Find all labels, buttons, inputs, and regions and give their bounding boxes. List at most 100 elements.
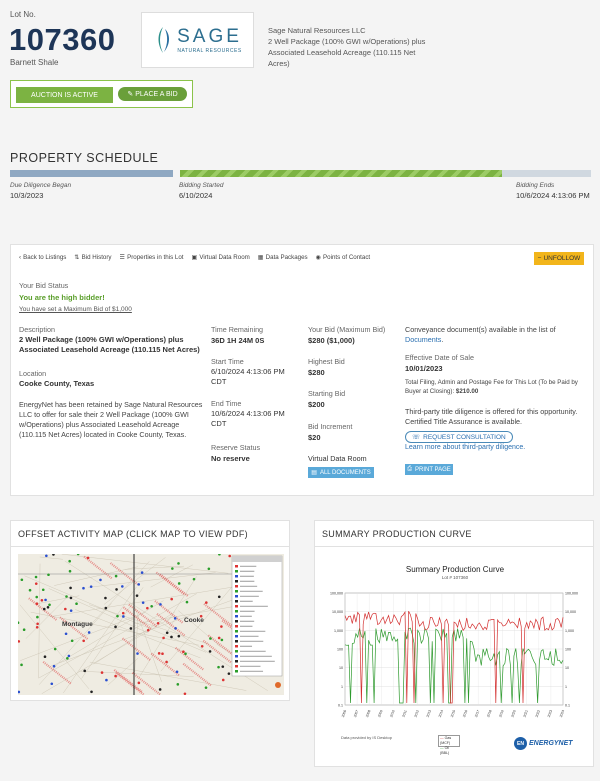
- vdr-link[interactable]: ▣ Virtual Data Room: [191, 254, 249, 261]
- bid-history-label: Bid History: [81, 254, 112, 261]
- highest-bid-value: $280: [308, 368, 325, 377]
- reserve-status-label: Reserve Status: [211, 443, 261, 452]
- your-bid-label: Your Bid (Maximum Bid): [308, 325, 386, 334]
- remaining-segment: [502, 170, 591, 177]
- curve-footer: Data provided by IS Desktop: [341, 735, 392, 740]
- svg-text:1,000: 1,000: [334, 629, 343, 633]
- logo-subtitle: NATURAL RESOURCES: [177, 48, 242, 54]
- svg-text:10,000: 10,000: [565, 610, 576, 614]
- bid-increment-value: $20: [308, 433, 321, 442]
- svg-text:2019: 2019: [498, 709, 504, 718]
- contacts-label: Points of Contact: [323, 254, 371, 261]
- effective-date-value: 10/01/2023: [405, 364, 443, 373]
- offset-map-image[interactable]: Montague Cooke: [18, 554, 284, 695]
- svg-text:2023: 2023: [547, 709, 553, 718]
- svg-text:2024: 2024: [559, 709, 565, 718]
- svg-text:2006: 2006: [341, 709, 347, 718]
- map-town-1: Montague: [62, 621, 93, 628]
- svg-text:2011: 2011: [401, 709, 407, 717]
- bidding-ends-label: Bidding Ends: [516, 182, 555, 189]
- svg-text:100,000: 100,000: [330, 592, 343, 596]
- starting-bid-label: Starting Bid: [308, 389, 346, 398]
- contacts-link[interactable]: ◉ Points of Contact: [316, 254, 371, 261]
- effective-date-label: Effective Date of Sale: [405, 353, 474, 362]
- time-remaining-value: 36D 1H 24M 0S: [211, 336, 265, 345]
- schedule-timeline: [10, 170, 591, 177]
- svg-text:2010: 2010: [389, 709, 395, 718]
- vdr-section-label: Virtual Data Room: [308, 454, 367, 463]
- learn-more-link[interactable]: Learn more about third-party diligence.: [405, 444, 525, 451]
- svg-text:2017: 2017: [474, 709, 480, 718]
- auction-box: AUCTION IS ACTIVE ✎ PLACE A BID: [10, 80, 193, 108]
- production-curve-chart: 100,000 100,000 10,000 10,000 1,000 1,000 100 1…: [330, 592, 578, 718]
- place-bid-label: PLACE A BID: [135, 90, 178, 98]
- seller-name: Sage Natural Resources LLC: [268, 26, 366, 35]
- unfollow-button[interactable]: − UNFOLLOW: [534, 252, 584, 265]
- fee-value: $210.00: [455, 388, 479, 395]
- svg-text:2021: 2021: [523, 709, 529, 718]
- conveyance-text: Conveyance document(s) available in the …: [405, 325, 556, 334]
- start-time-value: 6/10/2024 4:13:06 PM CDT: [211, 367, 285, 386]
- svg-text:1: 1: [565, 685, 567, 689]
- description-value: 2 Well Package (100% GWI w/Operations) p…: [19, 335, 200, 354]
- request-consultation-button[interactable]: ☏ REQUEST CONSULTATION: [405, 431, 513, 443]
- time-remaining-label: Time Remaining: [211, 325, 264, 334]
- svg-text:2009: 2009: [377, 709, 383, 718]
- auction-status-badge: AUCTION IS ACTIVE: [16, 87, 113, 103]
- print-icon: ⎙: [407, 466, 412, 472]
- seller-info: Sage Natural Resources LLC 2 Well Packag…: [268, 25, 428, 69]
- data-packages-label: Data Packages: [265, 254, 308, 261]
- start-time-label: Start Time: [211, 357, 244, 366]
- print-page-button[interactable]: ⎙ PRINT PAGE: [405, 464, 453, 475]
- svg-text:10: 10: [339, 666, 343, 670]
- svg-text:2014: 2014: [438, 709, 444, 718]
- place-bid-button[interactable]: ✎ PLACE A BID: [118, 87, 187, 101]
- svg-text:100: 100: [565, 648, 571, 652]
- svg-text:2020: 2020: [510, 709, 516, 718]
- production-curve-panel: SUMMARY PRODUCTION CURVE Summary Product…: [314, 520, 594, 767]
- conveyance-note: Conveyance document(s) available in the …: [405, 325, 556, 344]
- high-bidder-message: You are the high bidder!: [19, 293, 105, 302]
- minus-icon: −: [537, 255, 542, 262]
- bid-history-link[interactable]: ⇅ Bid History: [74, 254, 111, 261]
- energynet-brand: EN ENERGYNET: [514, 737, 573, 750]
- lot-detail-card: ‹ Back to Listings ⇅ Bid History ☰ Properti…: [10, 244, 594, 496]
- request-consultation-label: REQUEST CONSULTATION: [423, 433, 506, 441]
- lot-area: Barnett Shale: [10, 58, 59, 67]
- curve-legend: — Gas (MCF) — Oil (BBL): [438, 735, 460, 755]
- all-documents-label: ALL DOCUMENTS: [319, 469, 371, 476]
- vdr-label: Virtual Data Room: [199, 254, 250, 261]
- end-time-label: End Time: [211, 399, 242, 408]
- title-diligence-note: Third-party title diligence is offered f…: [405, 407, 578, 426]
- svg-text:2012: 2012: [414, 709, 420, 718]
- fee-text: Total Filing, Admin and Postage Fee for …: [405, 379, 578, 395]
- properties-link[interactable]: ☰ Properties in this Lot: [120, 254, 184, 261]
- due-diligence-segment: [10, 170, 173, 177]
- max-bid-note[interactable]: You have set a Maximum Bid of $1,000: [19, 306, 132, 313]
- production-curve-title: SUMMARY PRODUCTION CURVE: [315, 521, 593, 547]
- svg-text:2013: 2013: [426, 709, 432, 718]
- data-packages-link[interactable]: ▦ Data Packages: [258, 254, 308, 261]
- phone-icon: ☏: [412, 434, 421, 441]
- unfollow-label: UNFOLLOW: [543, 255, 581, 262]
- folder-icon: ▤: [311, 470, 317, 476]
- end-time-value: 10/6/2024 4:13:06 PM CDT: [211, 409, 285, 428]
- seller-description: 2 Well Package (100% GWI w/Operations) p…: [268, 37, 426, 68]
- offset-map-panel: OFFSET ACTIVITY MAP (CLICK MAP TO VIEW P…: [10, 520, 290, 701]
- all-documents-button[interactable]: ▤ ALL DOCUMENTS: [308, 467, 374, 478]
- starting-bid-value: $200: [308, 400, 325, 409]
- map-town-2: Cooke: [184, 617, 204, 624]
- back-to-listings-link[interactable]: ‹ Back to Listings: [19, 254, 66, 261]
- svg-text:2018: 2018: [486, 709, 492, 718]
- lot-blurb: EnergyNet has been retained by Sage Natu…: [19, 400, 203, 439]
- curve-chart-title: Summary Production Curve: [405, 565, 505, 574]
- folder-icon: ▣: [191, 254, 198, 261]
- package-icon: ▦: [257, 254, 264, 261]
- seller-logo: SAGE NATURAL RESOURCES: [141, 12, 254, 68]
- legend-oil: — Oil (BBL): [440, 746, 450, 755]
- bidding-started-date: 6/10/2024: [179, 191, 213, 200]
- documents-link[interactable]: Documents: [405, 335, 441, 344]
- hammer-icon: ✎: [127, 91, 134, 98]
- svg-text:1,000: 1,000: [565, 629, 574, 633]
- fee-note: Total Filing, Admin and Postage Fee for …: [405, 378, 585, 396]
